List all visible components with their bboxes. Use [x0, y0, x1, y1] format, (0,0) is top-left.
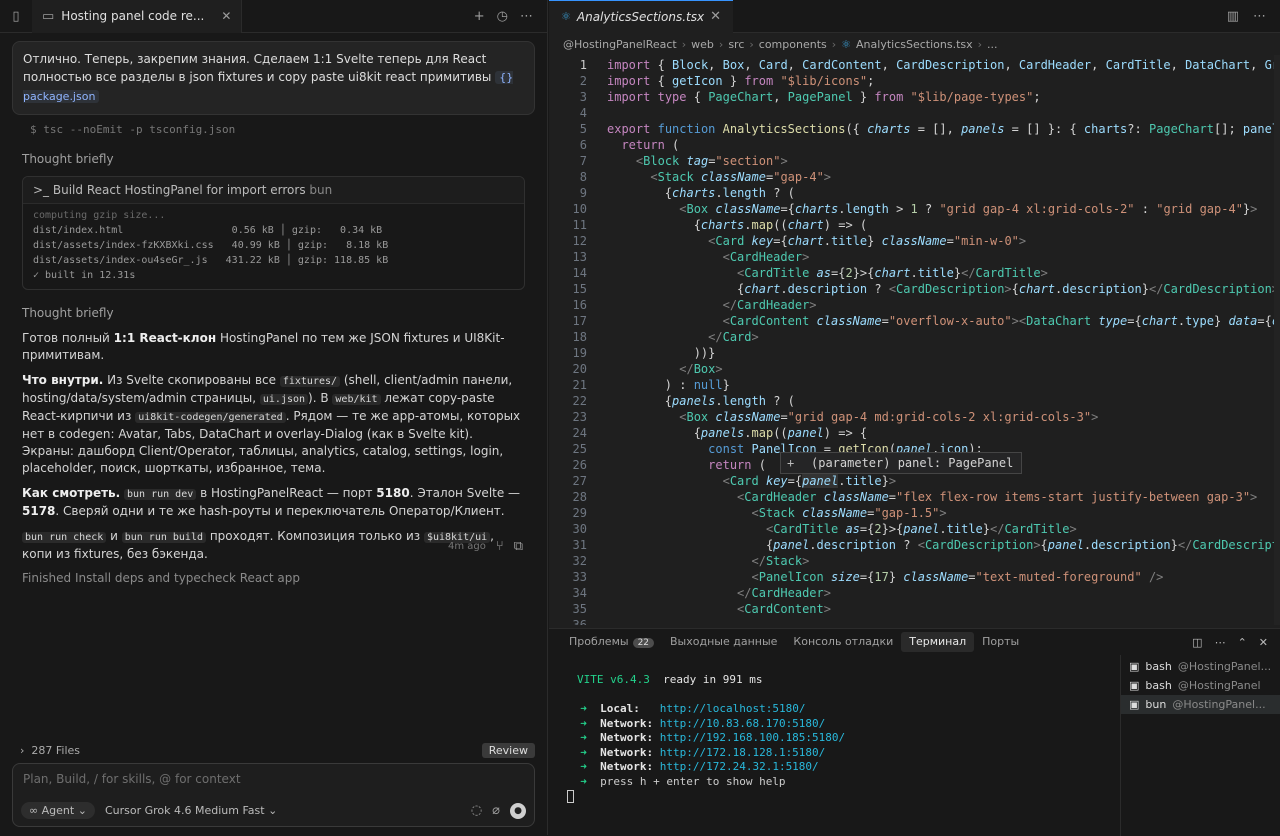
- thought-label[interactable]: Thought briefly: [22, 152, 525, 166]
- toggle-sidebar-icon[interactable]: ▯: [0, 10, 32, 23]
- build-title: Build React HostingPanel for import erro…: [52, 183, 306, 197]
- command-tail: $ tsc --noEmit -p tsconfig.json: [30, 123, 236, 136]
- more-icon[interactable]: ⋯: [1253, 10, 1266, 23]
- split-editor-icon[interactable]: ▥: [1227, 10, 1239, 23]
- tab-debug-console[interactable]: Консоль отладки: [785, 629, 901, 655]
- chat-actions: + ◷ ⋯: [474, 10, 547, 23]
- terminal-list: ▣ bash @HostingPanel... ▣ bash @HostingPanel…: [1120, 655, 1280, 836]
- model-select[interactable]: Cursor Grok 4.6 Medium Fast ⌄: [105, 804, 277, 817]
- chat-tab[interactable]: ▭ Hosting panel code re... ✕: [32, 0, 243, 33]
- terminal-item[interactable]: ▣ bun @HostingPanel...: [1121, 695, 1280, 714]
- files-count: 287 Files: [31, 743, 81, 757]
- files-bar[interactable]: › 287 Files Review: [20, 741, 535, 759]
- chevron-up-icon[interactable]: ⌃: [1238, 636, 1247, 649]
- composer[interactable]: Plan, Build, / for skills, @ for context…: [12, 763, 535, 827]
- breadcrumb: @HostingPanelReact › web › src › components…: [549, 33, 1280, 55]
- split-terminal-icon[interactable]: ◫: [1192, 636, 1202, 649]
- tab-ports[interactable]: Порты: [974, 629, 1027, 655]
- more-icon[interactable]: ⋯: [520, 10, 533, 23]
- terminal-item[interactable]: ▣ bash @HostingPanel: [1121, 676, 1280, 695]
- editor-tabbar: ⚛ AnalyticsSections.tsx ✕ ▥ ⋯: [549, 0, 1280, 33]
- terminal-output[interactable]: VITE v6.4.3 ready in 991 ms ➜ Local: htt…: [567, 673, 845, 804]
- crumb[interactable]: src: [728, 38, 744, 51]
- chat-tab-title: Hosting panel code re...: [61, 9, 205, 23]
- tab-terminal[interactable]: Терминал: [901, 632, 975, 652]
- build-tool-card: >_ Build React HostingPanel for import e…: [22, 176, 525, 290]
- thought-label[interactable]: Thought briefly: [22, 306, 525, 320]
- chat-pane: ▯ ▭ Hosting panel code re... ✕ + ◷ ⋯ Отл…: [0, 0, 548, 835]
- panel-tabs: Проблемы 22 Выходные данные Консоль отлад…: [549, 629, 1280, 655]
- chevron-right-icon: ›: [20, 743, 32, 757]
- editor-scrollbar[interactable]: [1274, 55, 1280, 625]
- mic-icon[interactable]: ●: [510, 802, 526, 819]
- crumb[interactable]: @HostingPanelReact: [563, 38, 677, 51]
- crumb[interactable]: web: [691, 38, 714, 51]
- plus-icon: +: [787, 456, 795, 470]
- terminal-item[interactable]: ▣ bash @HostingPanel...: [1121, 657, 1280, 676]
- tab-output[interactable]: Выходные данные: [662, 629, 785, 655]
- bottom-panel: Проблемы 22 Выходные данные Консоль отлад…: [549, 628, 1280, 836]
- chat-tabbar: ▯ ▭ Hosting panel code re... ✕ + ◷ ⋯: [0, 0, 547, 33]
- crumb[interactable]: ...: [987, 38, 998, 51]
- assistant-message: Готов полный 1:1 React-клон HostingPanel…: [22, 331, 521, 561]
- hover-tooltip: + (parameter) panel: PagePanel: [780, 452, 1023, 474]
- build-output: computing gzip size... dist/index.html 0.…: [33, 210, 389, 281]
- editor-pane: ⚛ AnalyticsSections.tsx ✕ ▥ ⋯ @HostingPa…: [549, 0, 1280, 836]
- crumb[interactable]: AnalyticsSections.tsx: [856, 38, 973, 51]
- editor-tab-title: AnalyticsSections.tsx: [576, 9, 705, 24]
- new-chat-icon[interactable]: +: [474, 10, 485, 23]
- code-editor[interactable]: 1 import { Block, Box, Card, CardContent,…: [549, 55, 1280, 625]
- terminal-icon: >_: [33, 183, 53, 197]
- spinner-icon: ◌: [470, 803, 483, 818]
- editor-tab[interactable]: ⚛ AnalyticsSections.tsx ✕: [549, 0, 733, 33]
- terminal-icon: ▣: [1129, 660, 1140, 673]
- chat-thread: Отлично. Теперь, закрепим знания. Сделае…: [0, 33, 547, 730]
- review-button[interactable]: Review: [481, 742, 535, 758]
- tsx-file-icon: ⚛: [841, 37, 852, 51]
- more-icon[interactable]: ⋯: [1215, 636, 1226, 649]
- tab-problems[interactable]: Проблемы 22: [561, 629, 662, 655]
- crumb[interactable]: components: [759, 38, 827, 51]
- close-icon[interactable]: ✕: [1259, 636, 1268, 649]
- user-message[interactable]: Отлично. Теперь, закрепим знания. Сделае…: [12, 41, 535, 115]
- branch-icon[interactable]: ⑂: [496, 540, 504, 553]
- composer-input[interactable]: Plan, Build, / for skills, @ for context: [23, 772, 241, 786]
- finished-status[interactable]: Finished Install deps and typecheck Reac…: [22, 571, 525, 585]
- agent-mode-select[interactable]: ∞ Agent ⌄: [21, 802, 95, 819]
- close-icon[interactable]: ✕: [710, 10, 721, 23]
- terminal-cursor: [567, 789, 574, 803]
- history-icon[interactable]: ◷: [497, 10, 508, 23]
- build-tool-header[interactable]: >_ Build React HostingPanel for import e…: [23, 177, 524, 204]
- message-meta: 4m ago ⑂ ⧉: [448, 540, 523, 553]
- user-message-text: Отлично. Теперь, закрепим знания. Сделае…: [23, 52, 492, 84]
- attach-icon[interactable]: ⌀: [492, 804, 500, 817]
- terminal-icon: ▣: [1129, 698, 1140, 711]
- close-icon[interactable]: ✕: [221, 9, 231, 23]
- editor-actions: ▥ ⋯: [1227, 10, 1280, 23]
- terminal-icon: ▣: [1129, 679, 1140, 692]
- build-tag: bun: [309, 183, 333, 197]
- copy-icon[interactable]: ⧉: [514, 540, 523, 553]
- tsx-file-icon: ⚛: [561, 10, 571, 23]
- chat-icon: ▭: [42, 8, 55, 24]
- composer-toolbar: ∞ Agent ⌄ Cursor Grok 4.6 Medium Fast ⌄ …: [21, 802, 526, 819]
- timestamp: 4m ago: [448, 541, 486, 552]
